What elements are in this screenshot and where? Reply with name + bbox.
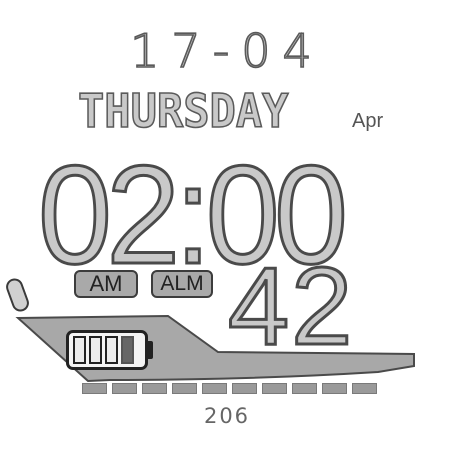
step-segment	[232, 383, 257, 394]
step-count: 206	[203, 404, 251, 428]
step-segment	[202, 383, 227, 394]
step-segment	[322, 383, 347, 394]
step-segment	[292, 383, 317, 394]
step-segment	[262, 383, 287, 394]
battery-icon	[66, 330, 148, 370]
battery-tip-icon	[148, 341, 153, 359]
step-progress-bar	[82, 383, 377, 394]
step-segment	[82, 383, 107, 394]
battery-cell	[121, 336, 134, 364]
step-segment	[142, 383, 167, 394]
battery-cell	[89, 336, 102, 364]
seconds-display: 42	[226, 245, 355, 368]
battery-cell	[105, 336, 118, 364]
step-segment	[352, 383, 377, 394]
step-segment	[172, 383, 197, 394]
battery-cell	[73, 336, 86, 364]
step-segment	[112, 383, 137, 394]
